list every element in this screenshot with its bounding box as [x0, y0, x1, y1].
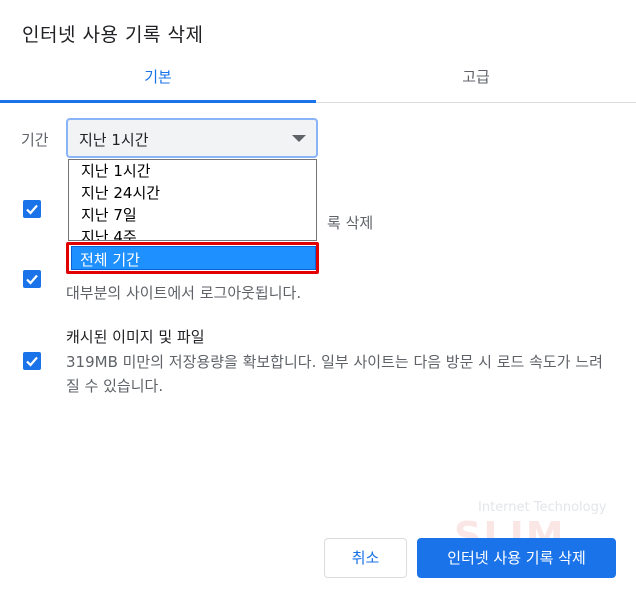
period-select-value: 지난 1시간: [79, 131, 149, 149]
period-option-all-time[interactable]: 전체 기간: [71, 246, 316, 270]
check-icon: [26, 274, 38, 285]
period-option[interactable]: 지난 7일: [81, 206, 137, 224]
dialog-title: 인터넷 사용 기록 삭제: [22, 24, 204, 46]
period-option[interactable]: 지난 4주: [81, 228, 137, 240]
checkbox-cached-images[interactable]: [23, 352, 41, 370]
period-label: 기간: [21, 131, 49, 149]
cached-images-desc: 319MB 미만의 저장용량을 확보합니다. 일부 사이트는 다음 방문 시 로…: [66, 353, 603, 395]
period-option-all-time-label: 전체 기간: [80, 251, 140, 269]
clear-data-button[interactable]: 인터넷 사용 기록 삭제: [417, 538, 616, 578]
period-option[interactable]: 지난 24시간: [81, 184, 160, 202]
cancel-button[interactable]: 취소: [324, 538, 407, 578]
period-select[interactable]: 지난 1시간: [66, 118, 318, 158]
item-2-desc: 대부분의 사이트에서 로그아웃됩니다.: [66, 284, 302, 302]
tab-advanced-label: 고급: [462, 68, 490, 86]
tab-basic-label: 기본: [144, 68, 172, 86]
check-icon: [26, 356, 38, 367]
period-option[interactable]: 지난 1시간: [81, 162, 151, 180]
active-tab-indicator: [0, 100, 316, 103]
period-dropdown-list: 지난 1시간 지난 24시간 지난 7일 지난 4주: [68, 159, 317, 241]
item-1-desc-partial-right: 록 삭제: [327, 214, 374, 232]
check-icon: [26, 204, 38, 215]
checkbox-item-2[interactable]: [23, 270, 41, 288]
tab-advanced[interactable]: 고급: [316, 58, 636, 102]
cached-images-title: 캐시된 이미지 및 파일: [66, 328, 205, 346]
chevron-down-icon: [292, 135, 306, 142]
checkbox-item-1[interactable]: [23, 200, 41, 218]
tab-bar: 기본 고급: [0, 58, 636, 103]
watermark-text: Internet Technology: [478, 500, 607, 515]
clear-browsing-data-dialog: 인터넷 사용 기록 삭제 기본 고급 기간 지난 1시간 ㅈ 록 삭제 대부분의…: [0, 0, 636, 597]
tab-basic[interactable]: 기본: [0, 58, 316, 103]
